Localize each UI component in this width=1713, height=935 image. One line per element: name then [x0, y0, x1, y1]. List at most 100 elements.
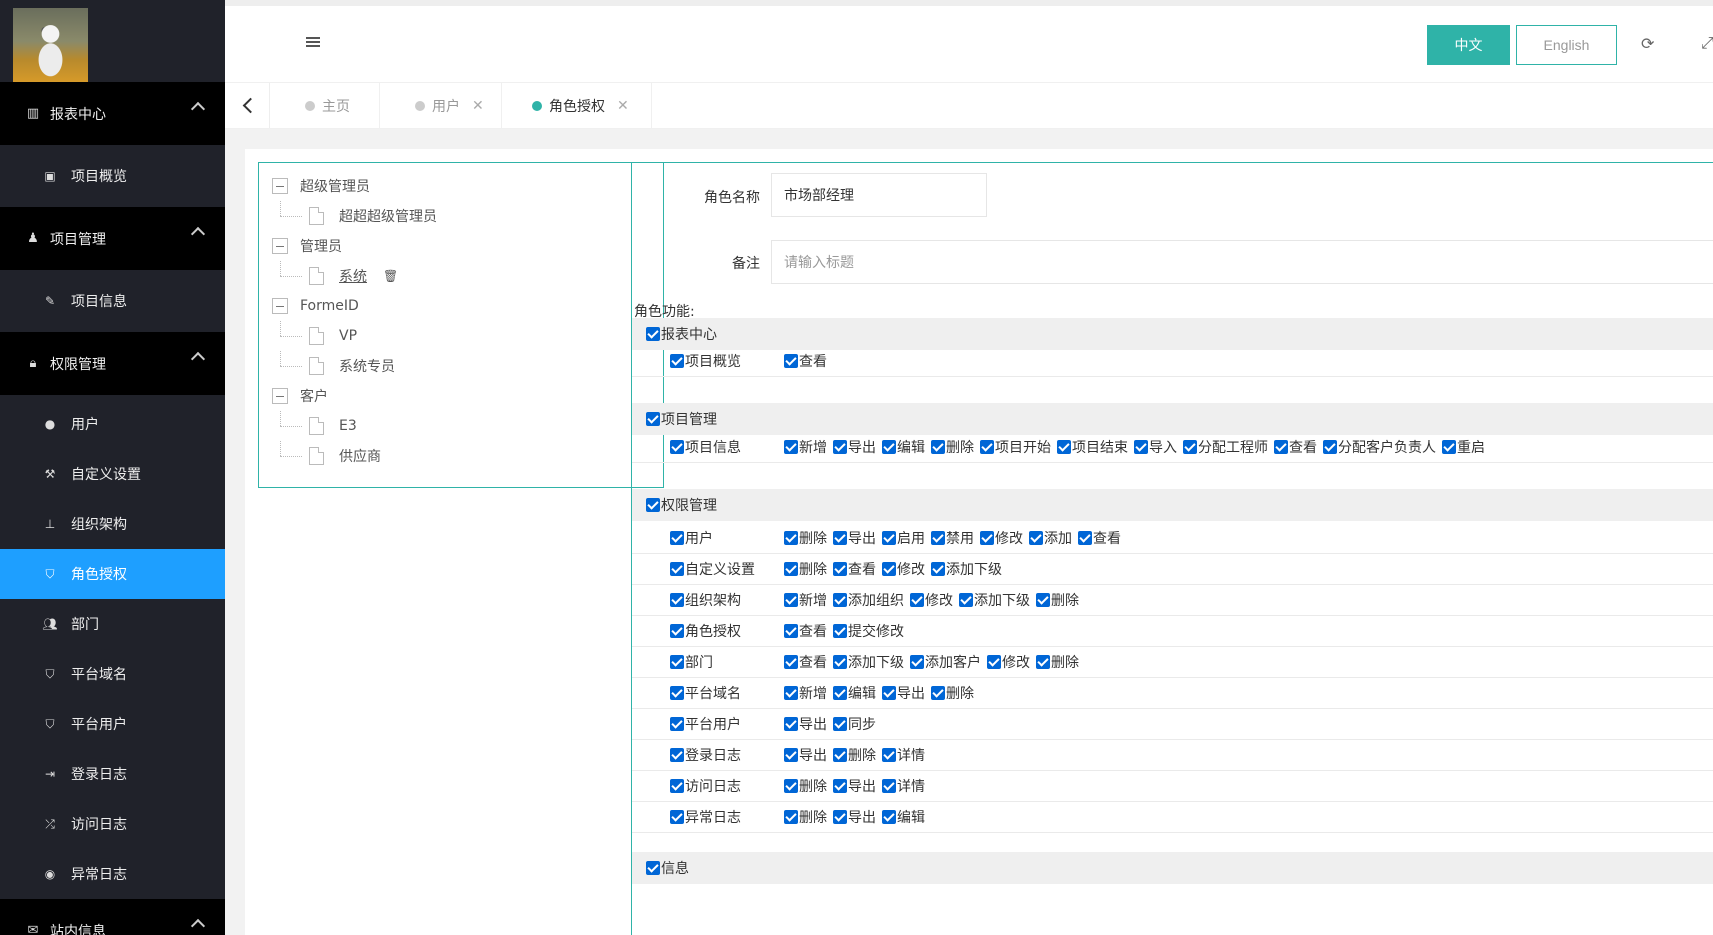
module-checkbox[interactable]: 组织架构	[670, 590, 741, 610]
tab-home[interactable]: 主页	[270, 83, 380, 128]
sidebar-group-project[interactable]: ♟ 项目管理	[0, 207, 225, 270]
trash-icon[interactable]: 🗑︎	[383, 269, 398, 283]
checkbox-checked[interactable]	[1323, 439, 1337, 454]
action-checkbox[interactable]: 导出	[833, 528, 876, 548]
checkbox-checked[interactable]	[882, 531, 896, 545]
action-checkbox[interactable]: 分配客户负责人	[1323, 437, 1436, 457]
collapse-icon[interactable]	[272, 388, 288, 404]
action-checkbox[interactable]: 编辑	[882, 807, 925, 827]
action-checkbox[interactable]: 查看	[784, 621, 827, 641]
sidebar-item-error-log[interactable]: ◉ 异常日志	[0, 849, 225, 899]
checkbox-checked[interactable]	[1442, 439, 1456, 454]
checkbox-checked[interactable]	[931, 439, 945, 454]
checkbox-checked[interactable]	[784, 593, 798, 607]
checkbox-checked[interactable]	[670, 717, 684, 731]
module-checkbox[interactable]: 自定义设置	[670, 559, 755, 579]
action-checkbox[interactable]: 修改	[910, 590, 953, 610]
checkbox-checked[interactable]	[833, 748, 847, 762]
role-name-input[interactable]: 市场部经理	[771, 173, 987, 217]
action-checkbox[interactable]: 删除	[931, 683, 974, 703]
collapse-icon[interactable]	[272, 178, 288, 194]
checkbox-checked[interactable]	[784, 717, 798, 731]
checkbox-checked[interactable]	[670, 624, 684, 638]
sidebar-item-platform-domain[interactable]: ⛉ 平台域名	[0, 649, 225, 699]
tab-role-auth[interactable]: 角色授权 ✕	[502, 83, 652, 128]
tab-back-arrow-icon[interactable]	[225, 83, 270, 128]
action-checkbox[interactable]: 删除	[931, 437, 974, 457]
collapse-icon[interactable]	[272, 298, 288, 314]
close-icon[interactable]: ✕	[617, 98, 629, 114]
fullscreen-icon[interactable]: ⤢	[1701, 33, 1713, 53]
checkbox-checked[interactable]	[882, 686, 896, 700]
tree-leaf[interactable]: 超超超级管理员	[259, 201, 663, 231]
action-checkbox[interactable]: 导出	[882, 683, 925, 703]
checkbox-checked[interactable]	[833, 686, 847, 700]
action-checkbox[interactable]: 查看	[1274, 437, 1317, 457]
checkbox-checked[interactable]	[670, 531, 684, 545]
checkbox-checked[interactable]	[882, 810, 896, 824]
module-checkbox[interactable]: 登录日志	[670, 745, 741, 765]
action-checkbox[interactable]: 删除	[784, 807, 827, 827]
checkbox-checked[interactable]	[646, 861, 660, 875]
action-checkbox[interactable]: 提交修改	[833, 621, 904, 641]
sidebar-group-permission[interactable]: 🔒︎ 权限管理	[0, 332, 225, 395]
checkbox-checked[interactable]	[1029, 531, 1043, 545]
checkbox-checked[interactable]	[670, 353, 684, 368]
action-checkbox[interactable]: 删除	[784, 776, 827, 796]
collapse-icon[interactable]	[272, 238, 288, 254]
section-checkbox[interactable]: 报表中心	[646, 324, 717, 344]
action-checkbox[interactable]: 修改	[980, 528, 1023, 548]
checkbox-checked[interactable]	[833, 810, 847, 824]
checkbox-checked[interactable]	[959, 593, 973, 607]
section-checkbox[interactable]: 信息	[646, 858, 689, 878]
action-checkbox[interactable]: 导出	[784, 745, 827, 765]
sidebar-group-report[interactable]: ▥ 报表中心	[0, 82, 225, 145]
module-checkbox[interactable]: 角色授权	[670, 621, 741, 641]
action-checkbox[interactable]: 导出	[833, 776, 876, 796]
sidebar-group-messages[interactable]: ✉ 站内信息	[0, 899, 225, 935]
remark-input[interactable]: 请输入标题	[771, 240, 1713, 284]
checkbox-checked[interactable]	[931, 562, 945, 576]
checkbox-checked[interactable]	[784, 686, 798, 700]
checkbox-checked[interactable]	[931, 531, 945, 545]
sidebar-item-department[interactable]: 👥︎ 部门	[0, 599, 225, 649]
sidebar-item-org[interactable]: ⊥ 组织架构	[0, 499, 225, 549]
menu-toggle-icon[interactable]	[306, 37, 320, 49]
checkbox-checked[interactable]	[670, 779, 684, 793]
checkbox-checked[interactable]	[784, 624, 798, 638]
tree-leaf[interactable]: E3	[259, 411, 663, 441]
action-checkbox[interactable]: 分配工程师	[1183, 437, 1268, 457]
action-checkbox[interactable]: 详情	[882, 776, 925, 796]
checkbox-checked[interactable]	[833, 531, 847, 545]
action-checkbox[interactable]: 禁用	[931, 528, 974, 548]
section-checkbox[interactable]: 项目管理	[646, 409, 717, 429]
sidebar-item-user[interactable]: ● 用户	[0, 399, 225, 449]
avatar[interactable]	[13, 8, 88, 82]
checkbox-checked[interactable]	[833, 717, 847, 731]
close-icon[interactable]: ✕	[472, 98, 484, 114]
checkbox-checked[interactable]	[1036, 655, 1050, 669]
action-checkbox[interactable]: 新增	[784, 683, 827, 703]
checkbox-checked[interactable]	[784, 748, 798, 762]
module-checkbox[interactable]: 部门	[670, 652, 713, 672]
action-checkbox[interactable]: 查看	[784, 351, 827, 371]
checkbox-checked[interactable]	[784, 810, 798, 824]
sidebar-item-role-auth[interactable]: ⛉ 角色授权	[0, 549, 225, 599]
checkbox-checked[interactable]	[980, 439, 994, 454]
action-checkbox[interactable]: 启用	[882, 528, 925, 548]
action-checkbox[interactable]: 详情	[882, 745, 925, 765]
checkbox-checked[interactable]	[670, 810, 684, 824]
checkbox-checked[interactable]	[833, 562, 847, 576]
action-checkbox[interactable]: 删除	[833, 745, 876, 765]
tree-node[interactable]: 客户	[259, 381, 663, 411]
checkbox-checked[interactable]	[882, 748, 896, 762]
sidebar-item-platform-user[interactable]: ⛉ 平台用户	[0, 699, 225, 749]
tree-node[interactable]: FormeID	[259, 291, 663, 321]
action-checkbox[interactable]: 添加客户	[910, 652, 981, 672]
action-checkbox[interactable]: 删除	[1036, 590, 1079, 610]
lang-zh-button[interactable]: 中文	[1427, 25, 1510, 65]
checkbox-checked[interactable]	[833, 593, 847, 607]
tree-node[interactable]: 管理员	[259, 231, 663, 261]
checkbox-checked[interactable]	[784, 531, 798, 545]
checkbox-checked[interactable]	[784, 353, 798, 368]
